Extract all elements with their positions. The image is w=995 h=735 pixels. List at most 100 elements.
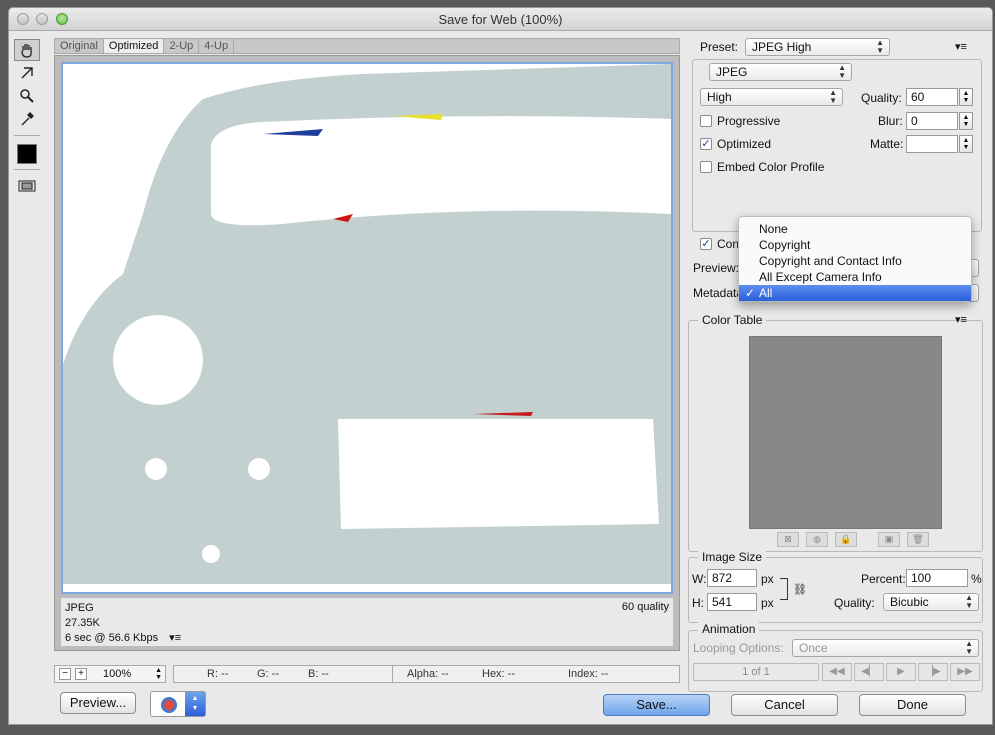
tab-original[interactable]: Original (55, 39, 104, 53)
slices-visibility-icon (18, 180, 36, 192)
status-hex: Hex: -- (482, 668, 515, 680)
browser-selector[interactable]: ▲ ▼ (150, 691, 206, 717)
previous-frame-icon[interactable]: ◀▏ (854, 663, 884, 681)
cancel-button[interactable]: Cancel (731, 694, 838, 716)
width-input[interactable]: 872 (707, 569, 757, 587)
status-divider (392, 666, 393, 682)
menu-item-copyright[interactable]: Copyright (739, 237, 971, 253)
link-proportions-icon[interactable]: ⛓ (793, 583, 807, 596)
settings-menu-icon[interactable]: ▾≡ (955, 40, 967, 53)
info-file-size: 27.35K (65, 617, 100, 629)
toolbox-divider (14, 135, 40, 136)
download-options-icon[interactable]: ▾≡ (169, 632, 181, 644)
color-table-menu-icon[interactable]: ▾≡ (955, 313, 967, 326)
matte-input[interactable] (906, 135, 958, 153)
zoom-tool[interactable] (14, 85, 40, 107)
blur-input[interactable]: 0 (906, 112, 958, 130)
save-for-web-window: Save for Web (100%) Original Optimized 2… (8, 7, 993, 725)
height-input[interactable]: 541 (707, 593, 757, 611)
browser-dropdown-arrow-icon[interactable]: ▲ ▼ (185, 692, 205, 716)
constrain-bracket (780, 578, 788, 600)
matte-label: Matte: (870, 137, 904, 151)
preset-select[interactable]: JPEG High ▲ ▼ (745, 38, 890, 56)
first-frame-icon[interactable]: ◀◀ (822, 663, 852, 681)
zoom-in-button[interactable]: + (75, 668, 87, 680)
play-icon[interactable]: ▶ (886, 663, 916, 681)
quality-label: Quality: (861, 91, 902, 105)
color-info-bar: R: -- G: -- B: -- Alpha: -- Hex: -- Inde… (173, 665, 680, 683)
metadata-label: Metadata (693, 286, 744, 300)
save-button[interactable]: Save... (603, 694, 710, 716)
optimized-image-preview[interactable] (61, 62, 673, 594)
trash-icon[interactable]: 🗑 (907, 532, 929, 547)
image-size-group (688, 557, 983, 623)
checkmark-icon: ✓ (745, 286, 756, 300)
zoom-stepper-icon[interactable]: ▲ ▼ (155, 667, 162, 681)
menu-item-all[interactable]: ✓ All (739, 285, 971, 301)
zoom-control: − + 100% ▲ ▼ (54, 665, 166, 683)
zoom-level[interactable]: 100% (103, 668, 131, 680)
status-index: Index: -- (568, 668, 609, 680)
window-title: Save for Web (100%) (438, 12, 563, 27)
last-frame-icon[interactable]: ▶▶ (950, 663, 980, 681)
magnifier-icon (20, 89, 34, 103)
width-unit: px (761, 572, 774, 586)
embed-color-profile-checkbox[interactable] (700, 161, 712, 173)
web-snap-icon[interactable]: ◍ (806, 532, 828, 547)
metadata-dropdown-menu: None Copyright Copyright and Contact Inf… (738, 216, 972, 302)
blur-stepper[interactable]: ▲ ▼ (959, 112, 973, 130)
color-table-swatches (749, 336, 942, 529)
done-button[interactable]: Done (859, 694, 966, 716)
compression-quality-select[interactable]: High ▲ ▼ (700, 88, 843, 106)
info-quality: 60 quality (621, 601, 669, 613)
slice-select-icon (21, 67, 33, 79)
preview-pane: JPEG 27.35K 6 sec @ 56.6 Kbps ▾≡ 60 qual… (54, 55, 680, 651)
optimized-checkbox[interactable]: ✓ (700, 138, 712, 150)
quality-stepper[interactable]: ▲ ▼ (959, 88, 973, 106)
file-format-select[interactable]: JPEG ▲ ▼ (709, 63, 852, 81)
toggle-slices-tool[interactable] (14, 175, 40, 197)
percent-input[interactable]: 100 (906, 569, 968, 587)
tab-2up[interactable]: 2-Up (164, 39, 200, 53)
looping-options-label: Looping Options: (693, 641, 784, 655)
slice-select-tool[interactable] (14, 62, 40, 84)
lock-color-icon[interactable]: 🔒 (835, 532, 857, 547)
resample-quality-select[interactable]: Bicubic ▲ ▼ (883, 593, 979, 611)
eyedropper-color-swatch[interactable] (17, 144, 37, 164)
menu-item-none[interactable]: None (739, 221, 971, 237)
animation-title: Animation (698, 622, 760, 636)
progressive-checkbox[interactable] (700, 115, 712, 127)
eyedropper-tool[interactable] (14, 108, 40, 130)
menu-item-copyright-contact[interactable]: Copyright and Contact Info (739, 253, 971, 269)
map-transparent-icon[interactable]: ⊠ (777, 532, 799, 547)
embed-color-profile-label: Embed Color Profile (717, 160, 825, 174)
convert-srgb-checkbox[interactable]: ✓ (700, 238, 712, 250)
height-label: H: (692, 596, 704, 610)
image-info-panel: JPEG 27.35K 6 sec @ 56.6 Kbps ▾≡ 60 qual… (61, 598, 673, 646)
hand-icon (21, 44, 32, 58)
color-table-title: Color Table (698, 313, 767, 327)
hand-tool[interactable] (14, 39, 40, 61)
tab-4up[interactable]: 4-Up (199, 39, 235, 53)
optimized-label: Optimized (717, 137, 772, 151)
image-size-title: Image Size (698, 550, 767, 564)
preview-label: Preview: (693, 261, 740, 275)
status-alpha: Alpha: -- (407, 668, 449, 680)
menu-item-all-except-camera[interactable]: All Except Camera Info (739, 269, 971, 285)
matte-stepper[interactable]: ▲ ▼ (959, 135, 973, 153)
tab-optimized[interactable]: Optimized (103, 39, 165, 53)
frame-counter: 1 of 1 (693, 663, 819, 681)
new-color-icon[interactable]: ▣ (878, 532, 900, 547)
preset-label: Preset: (700, 40, 739, 54)
info-format: JPEG (65, 602, 94, 614)
eyedropper-icon (21, 112, 34, 126)
height-unit: px (761, 596, 774, 610)
looping-options-select[interactable]: Once ▲ ▼ (792, 639, 979, 657)
quality-input[interactable]: 60 (906, 88, 958, 106)
zoom-out-button[interactable]: − (59, 668, 71, 680)
preview-in-browser-button[interactable]: Preview... (60, 692, 136, 714)
progressive-label: Progressive (717, 114, 781, 128)
next-frame-icon[interactable]: ▕▶ (918, 663, 948, 681)
browser-icon (161, 697, 177, 713)
status-b: B: -- (308, 668, 329, 680)
